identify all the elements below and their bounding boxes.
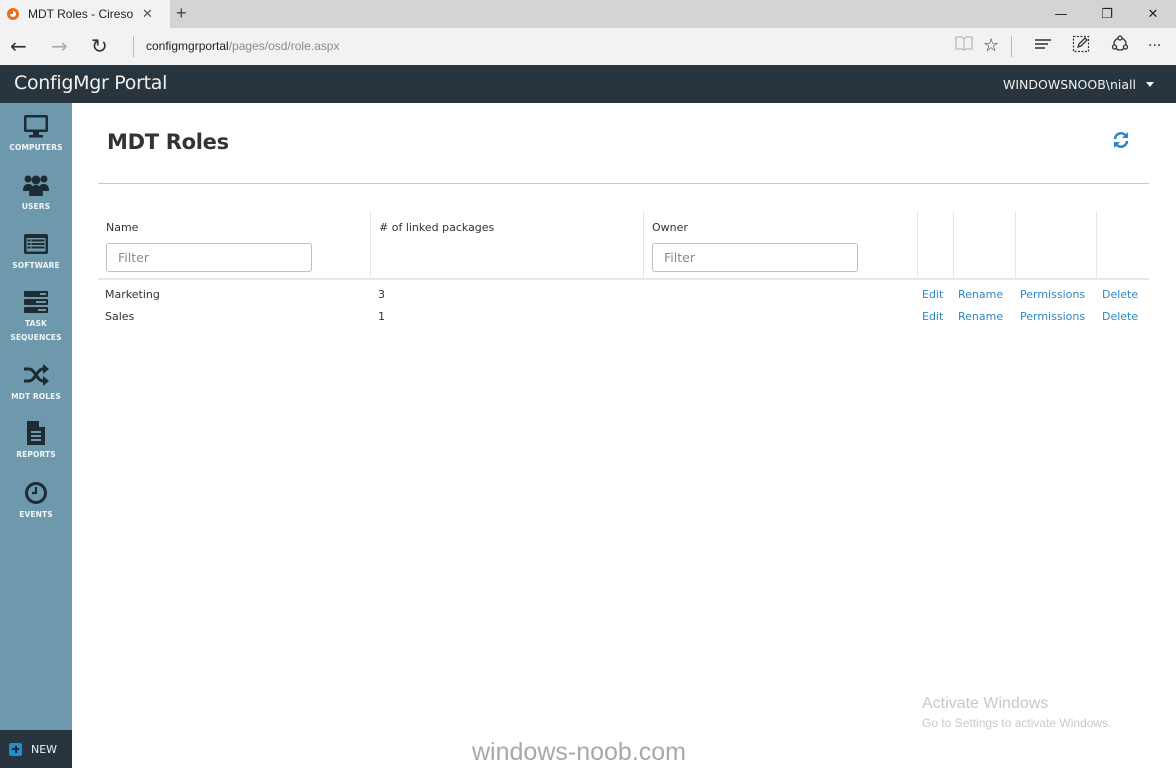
sidebar-item-users[interactable]: USERS: [0, 172, 72, 214]
table-row: Sales 1 Edit Rename Permissions Delete: [98, 305, 1149, 327]
sidebar-label: TASK SEQUENCES: [10, 319, 62, 342]
delete-link[interactable]: Delete: [1102, 310, 1138, 323]
plus-icon: [9, 742, 22, 756]
window-controls: — ❐ ✕: [1038, 0, 1176, 28]
tab-close-icon[interactable]: ✕: [142, 7, 153, 22]
sidebar-item-events[interactable]: EVENTS: [0, 480, 72, 522]
new-tab-button[interactable]: +: [176, 3, 187, 24]
users-icon: [22, 172, 50, 198]
favicon-icon: [7, 8, 19, 20]
back-button[interactable]: ←: [10, 34, 27, 58]
linked-count: 1: [378, 310, 385, 323]
refresh-icon[interactable]: [1112, 131, 1130, 149]
app-header: ConfigMgr Portal WINDOWSNOOB\niall: [0, 65, 1176, 103]
title-divider: [98, 183, 1149, 184]
rename-link[interactable]: Rename: [958, 310, 1003, 323]
role-name: Marketing: [105, 288, 160, 301]
sidebar-item-mdt-roles[interactable]: MDT ROLES: [0, 362, 72, 404]
minimize-button[interactable]: —: [1038, 0, 1084, 28]
column-header-permissions: [1016, 211, 1097, 278]
sidebar-label: EVENTS: [19, 510, 53, 519]
column-label: # of linked packages: [379, 221, 495, 234]
edit-link[interactable]: Edit: [922, 310, 943, 323]
task-sequences-icon: [22, 289, 50, 315]
sidebar-item-computers[interactable]: COMPUTERS: [0, 113, 72, 155]
new-label: NEW: [31, 742, 58, 756]
linked-count: 3: [378, 288, 385, 301]
new-button[interactable]: NEW: [0, 730, 72, 768]
sidebar-label: COMPUTERS: [9, 143, 63, 152]
name-filter-input[interactable]: [106, 243, 312, 272]
share-icon[interactable]: [1111, 35, 1129, 59]
column-header-linked-packages[interactable]: # of linked packages: [371, 211, 644, 278]
activate-windows-subtitle: Go to Settings to activate Windows.: [922, 716, 1112, 730]
toolbar-separator: [1011, 36, 1012, 57]
reading-view-icon[interactable]: [955, 35, 973, 57]
sidebar-label: MDT ROLES: [11, 392, 61, 401]
web-note-icon[interactable]: [1072, 35, 1090, 59]
forward-button[interactable]: →: [51, 34, 68, 58]
restore-button[interactable]: ❐: [1084, 0, 1130, 28]
document-icon: [22, 420, 50, 446]
activate-windows-title: Activate Windows: [922, 695, 1049, 712]
shuffle-icon: [22, 362, 50, 388]
address-path: /pages/osd/role.aspx: [228, 39, 340, 53]
roles-grid: Name # of linked packages Owner Marketin…: [98, 211, 1149, 327]
sidebar-item-software[interactable]: SOFTWARE: [0, 231, 72, 273]
caret-down-icon: [1146, 82, 1154, 87]
edit-link[interactable]: Edit: [922, 288, 943, 301]
clock-icon: [22, 480, 50, 506]
column-header-edit: [918, 211, 954, 278]
sidebar-label: SOFTWARE: [12, 261, 60, 270]
permissions-link[interactable]: Permissions: [1020, 310, 1085, 323]
close-window-button[interactable]: ✕: [1130, 0, 1176, 28]
role-name: Sales: [105, 310, 135, 323]
user-name: WINDOWSNOOB\niall: [1003, 77, 1136, 92]
sidebar-item-task-sequences[interactable]: TASK SEQUENCES: [0, 289, 72, 345]
column-label: Owner: [652, 221, 688, 234]
monitor-icon: [22, 113, 50, 139]
page-title: MDT Roles: [107, 130, 229, 154]
owner-filter-input[interactable]: [652, 243, 858, 272]
column-label: Name: [106, 221, 139, 234]
refresh-page-button[interactable]: ↻: [91, 34, 108, 58]
delete-link[interactable]: Delete: [1102, 288, 1138, 301]
software-icon: [22, 231, 50, 257]
sidebar-item-reports[interactable]: REPORTS: [0, 420, 72, 462]
hub-icon[interactable]: [1034, 35, 1052, 57]
column-header-name[interactable]: Name: [98, 211, 371, 278]
user-menu[interactable]: WINDOWSNOOB\niall: [1003, 77, 1154, 92]
column-header-rename: [954, 211, 1016, 278]
sidebar-label: REPORTS: [16, 450, 56, 459]
browser-nav-bar: ← → ↻ configmgrportal/pages/osd/role.asp…: [0, 28, 1176, 65]
more-icon[interactable]: ···: [1148, 35, 1161, 57]
grid-header: Name # of linked packages Owner: [98, 211, 1149, 280]
address-host: configmgrportal: [146, 39, 229, 53]
sidebar-label: USERS: [21, 202, 51, 211]
address-bar[interactable]: configmgrportal/pages/osd/role.aspx: [146, 39, 339, 53]
table-row: Marketing 3 Edit Rename Permissions Dele…: [98, 283, 1149, 305]
sidebar: COMPUTERS USERS SOFTWARE TASK SEQUENCES …: [0, 103, 72, 730]
favorite-star-icon[interactable]: ☆: [983, 35, 999, 57]
app-brand[interactable]: ConfigMgr Portal: [14, 72, 167, 94]
address-separator: [133, 36, 134, 57]
column-header-owner[interactable]: Owner: [644, 211, 918, 278]
tab-title: MDT Roles - Cireson CM: [28, 7, 134, 21]
browser-tab[interactable]: MDT Roles - Cireson CM ✕: [0, 0, 170, 28]
permissions-link[interactable]: Permissions: [1020, 288, 1085, 301]
rename-link[interactable]: Rename: [958, 288, 1003, 301]
browser-tab-bar: MDT Roles - Cireson CM ✕ + — ❐ ✕: [0, 0, 1176, 28]
site-watermark: windows-noob.com: [472, 738, 686, 766]
